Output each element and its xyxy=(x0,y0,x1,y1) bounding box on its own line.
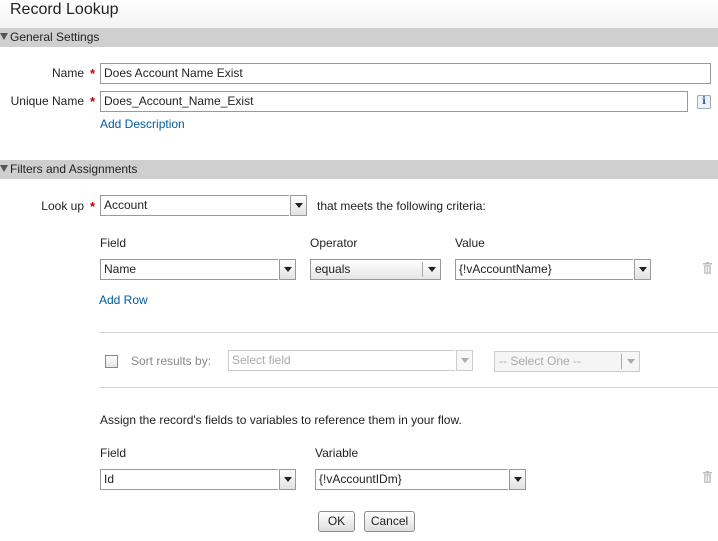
triangle-down-icon xyxy=(0,165,8,172)
triangle-down-icon xyxy=(0,33,8,40)
sort-checkbox[interactable] xyxy=(105,355,118,368)
chevron-down-icon xyxy=(461,358,469,363)
add-description-link[interactable]: Add Description xyxy=(100,117,185,131)
criteria-text: that meets the following criteria: xyxy=(317,199,486,213)
filter-field-value: Name xyxy=(100,259,278,280)
chevron-down-icon xyxy=(514,477,522,482)
assignment-intro: Assign the record's fields to variables … xyxy=(100,413,462,427)
filter-value-header: Value xyxy=(455,236,485,250)
assign-variable-header: Variable xyxy=(315,446,359,460)
sort-field-placeholder: Select field xyxy=(228,350,455,371)
required-marker: * xyxy=(90,199,96,214)
lookup-label: Look up xyxy=(41,199,84,213)
assign-variable-dropdown-button[interactable] xyxy=(509,469,526,490)
unique-name-label: Unique Name xyxy=(10,94,84,108)
assign-variable-value: {!vAccountIDm} xyxy=(315,469,508,490)
sort-order-value: -- Select One -- xyxy=(499,354,582,368)
title-bar: Record Lookup xyxy=(0,0,718,29)
chevron-down-icon xyxy=(284,477,292,482)
lookup-object-value: Account xyxy=(100,195,289,216)
chevron-down-icon xyxy=(295,203,303,208)
assign-field-select[interactable]: Id xyxy=(100,469,296,490)
filter-field-dropdown-button[interactable] xyxy=(279,259,296,280)
chevron-down-icon xyxy=(639,267,647,272)
assign-field-value: Id xyxy=(100,469,278,490)
info-icon[interactable]: i xyxy=(697,95,711,109)
assign-variable-select[interactable]: {!vAccountIDm} xyxy=(315,469,526,490)
filter-operator-select[interactable]: equals xyxy=(310,259,441,280)
add-row-link[interactable]: Add Row xyxy=(99,293,148,307)
filter-operator-value: equals xyxy=(315,262,351,276)
cancel-button[interactable]: Cancel xyxy=(364,511,415,532)
chevron-down-icon xyxy=(627,359,635,364)
window-title: Record Lookup xyxy=(10,1,119,18)
section-general-settings-label: General Settings xyxy=(10,30,100,44)
chevron-down-icon xyxy=(428,267,436,272)
section-filters-assignments-label: Filters and Assignments xyxy=(10,162,138,176)
filter-value-value: {!vAccountName} xyxy=(455,259,633,280)
filter-field-select[interactable]: Name xyxy=(100,259,296,280)
section-filters-assignments[interactable]: Filters and Assignments xyxy=(0,160,718,179)
lookup-object-select[interactable]: Account xyxy=(100,195,307,216)
chevron-down-icon xyxy=(284,267,292,272)
sort-order-select[interactable]: -- Select One -- xyxy=(494,351,640,372)
ok-button[interactable]: OK xyxy=(318,511,355,532)
lookup-dropdown-button[interactable] xyxy=(290,195,307,216)
unique-name-input[interactable]: Does_Account_Name_Exist xyxy=(100,91,688,112)
section-general-settings[interactable]: General Settings xyxy=(0,28,718,47)
trash-icon[interactable] xyxy=(702,471,713,483)
filter-field-header: Field xyxy=(100,236,127,250)
name-input[interactable]: Does Account Name Exist xyxy=(100,63,711,84)
sort-field-dropdown-button[interactable] xyxy=(456,350,473,371)
required-marker: * xyxy=(90,94,96,109)
filter-value-select[interactable]: {!vAccountName} xyxy=(455,259,651,280)
sort-label: Sort results by: xyxy=(131,354,212,368)
assign-field-header: Field xyxy=(100,446,127,460)
assign-field-dropdown-button[interactable] xyxy=(279,469,296,490)
filter-operator-header: Operator xyxy=(310,236,358,250)
name-label: Name xyxy=(51,66,84,80)
filter-value-dropdown-button[interactable] xyxy=(634,259,651,280)
sort-field-select[interactable]: Select field xyxy=(228,350,473,371)
divider xyxy=(99,332,718,333)
required-marker: * xyxy=(90,66,96,81)
trash-icon[interactable] xyxy=(702,262,713,274)
divider xyxy=(99,387,718,388)
